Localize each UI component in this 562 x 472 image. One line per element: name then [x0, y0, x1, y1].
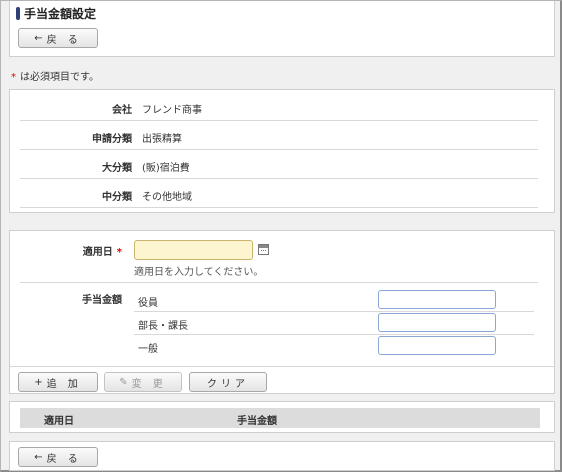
- back-arrow-icon: ←: [34, 32, 43, 44]
- back-button-top[interactable]: ← 戻 る: [18, 28, 98, 48]
- amount-row-label: 役員: [138, 298, 158, 309]
- info-row-middle-category: 中分類 その他地域: [20, 179, 538, 208]
- info-label: 申請分類: [92, 134, 132, 145]
- back-button-label: 戻 る: [46, 453, 82, 465]
- back-button-label: 戻 る: [46, 34, 82, 46]
- date-label-text: 適用日: [82, 247, 113, 258]
- amount-input-executive[interactable]: [378, 290, 496, 309]
- amount-input-manager[interactable]: [378, 313, 496, 332]
- calendar-icon[interactable]: [258, 244, 269, 255]
- required-note-text: は必須項目です。: [20, 72, 99, 83]
- date-hint: 適用日を入力してください。: [134, 267, 264, 278]
- clear-button[interactable]: クリア: [189, 372, 267, 392]
- pencil-icon: ✎: [119, 376, 128, 388]
- clear-button-label: クリア: [207, 378, 249, 390]
- title-panel: 手当金額設定 ← 戻 る: [9, 1, 555, 57]
- divider: [10, 366, 554, 367]
- amount-row-label: 部長・課長: [138, 321, 188, 332]
- date-label: 適用日 *: [10, 243, 122, 258]
- info-value: 出張精算: [142, 134, 182, 145]
- info-label: 中分類: [102, 192, 132, 203]
- amount-row-general: 一般: [134, 335, 534, 358]
- edit-button[interactable]: ✎ 変 更: [104, 372, 182, 392]
- window-frame: 手当金額設定 ← 戻 る * は必須項目です。 会社 フレンド商事 申請分類 出張…: [0, 0, 562, 472]
- column-header-amount: 手当金額: [237, 416, 277, 427]
- list-panel: 適用日 手当金額: [9, 401, 555, 433]
- add-button-label: 追 加: [46, 378, 82, 390]
- info-label: 会社: [112, 105, 132, 116]
- date-required-asterisk: *: [116, 247, 122, 258]
- info-row-company: 会社 フレンド商事: [20, 92, 538, 121]
- page-title: 手当金額設定: [24, 7, 97, 21]
- divider: [20, 282, 538, 283]
- info-value: (販)宿泊費: [142, 163, 190, 174]
- amount-label: 手当金額: [82, 295, 122, 306]
- back-button-bottom[interactable]: ← 戻 る: [18, 447, 98, 467]
- amount-row-manager: 部長・課長: [134, 312, 534, 335]
- bottom-panel: ← 戻 る: [9, 441, 555, 471]
- title-marker: [16, 7, 20, 20]
- plus-icon: +: [34, 376, 43, 388]
- amount-row-executive: 役員: [134, 289, 534, 312]
- info-value: フレンド商事: [142, 105, 202, 116]
- info-value: その他地域: [142, 192, 192, 203]
- required-asterisk: *: [11, 72, 16, 83]
- list-header: 適用日 手当金額: [20, 408, 540, 428]
- edit-button-label: 変 更: [131, 378, 167, 390]
- add-button[interactable]: + 追 加: [18, 372, 98, 392]
- required-note: * は必須項目です。: [11, 68, 99, 83]
- column-header-date: 適用日: [44, 416, 74, 427]
- info-row-major-category: 大分類 (販)宿泊費: [20, 150, 538, 179]
- date-input[interactable]: [134, 240, 253, 260]
- amount-row-label: 一般: [138, 344, 158, 355]
- amount-input-general[interactable]: [378, 336, 496, 355]
- info-panel: 会社 フレンド商事 申請分類 出張精算 大分類 (販)宿泊費 中分類 その他地域: [9, 89, 555, 213]
- form-panel: 適用日 * 適用日を入力してください。 手当金額 役員 部長・課長 一般 + 追 …: [9, 230, 555, 394]
- info-label: 大分類: [102, 163, 132, 174]
- info-row-application-category: 申請分類 出張精算: [20, 121, 538, 150]
- back-arrow-icon: ←: [34, 451, 43, 463]
